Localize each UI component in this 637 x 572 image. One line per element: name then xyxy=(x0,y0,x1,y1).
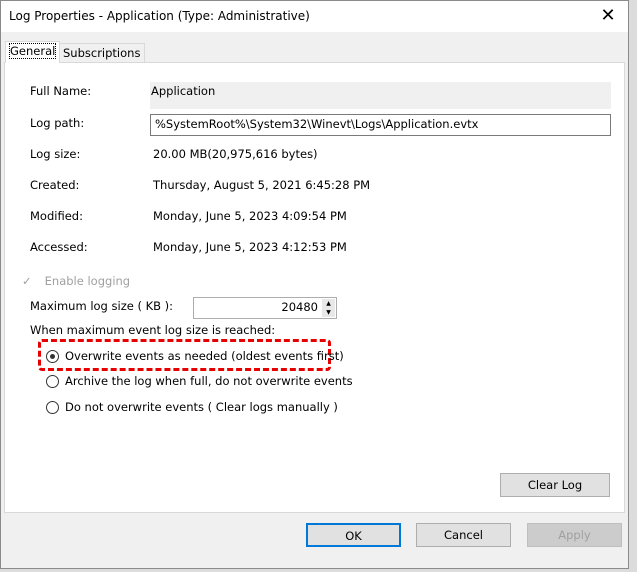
ok-button[interactable]: OK xyxy=(306,523,401,547)
accessed-value: Monday, June 5, 2023 4:12:53 PM xyxy=(153,240,347,254)
max-size-label: Maximum log size ( KB ): xyxy=(30,299,174,313)
window-title: Log Properties - Application (Type: Admi… xyxy=(9,9,310,23)
log-path-label: Log path: xyxy=(30,116,85,130)
log-size-value: 20.00 MB(20,975,616 bytes) xyxy=(153,147,318,161)
enable-logging-checkbox[interactable]: ✓ Enable logging xyxy=(22,274,130,288)
general-panel: Full Name: Application Log path: %System… xyxy=(4,62,625,513)
option-label: Overwrite events as needed (oldest event… xyxy=(65,349,344,363)
cancel-button[interactable]: Cancel xyxy=(416,523,511,547)
log-size-label: Log size: xyxy=(30,147,81,161)
modified-value: Monday, June 5, 2023 4:09:54 PM xyxy=(153,209,347,223)
radio-archive[interactable]: Archive the log when full, do not overwr… xyxy=(46,374,353,388)
enable-logging-label: Enable logging xyxy=(44,274,131,288)
radio-overwrite[interactable]: Overwrite events as needed (oldest event… xyxy=(46,349,344,363)
max-size-stepper[interactable]: 20480 ▲ ▼ xyxy=(193,297,337,319)
log-path-field[interactable]: %SystemRoot%\System32\Winevt\Logs\Applic… xyxy=(150,114,611,136)
checkmark-icon: ✓ xyxy=(22,274,32,288)
tab-general[interactable]: General xyxy=(5,41,61,63)
created-value: Thursday, August 5, 2021 6:45:28 PM xyxy=(153,178,371,192)
arrow-up-icon[interactable]: ▲ xyxy=(322,299,335,308)
option-label: Do not overwrite events ( Clear logs man… xyxy=(65,400,338,414)
close-icon[interactable]: ✕ xyxy=(596,5,620,26)
title-bar: Log Properties - Application (Type: Admi… xyxy=(1,1,628,32)
tab-label: Subscriptions xyxy=(63,46,141,60)
max-size-value: 20480 xyxy=(281,300,318,314)
apply-button[interactable]: Apply xyxy=(527,523,622,547)
radio-selected-icon xyxy=(46,350,59,363)
radio-icon xyxy=(46,401,59,414)
arrow-down-icon[interactable]: ▼ xyxy=(322,308,335,317)
full-name-value: Application xyxy=(150,82,611,109)
log-properties-dialog: Log Properties - Application (Type: Admi… xyxy=(0,0,629,569)
radio-icon xyxy=(46,375,59,388)
tab-subscriptions[interactable]: Subscriptions xyxy=(58,43,146,63)
accessed-label: Accessed: xyxy=(30,240,88,254)
full-name-label: Full Name: xyxy=(30,84,92,98)
created-label: Created: xyxy=(30,178,80,192)
modified-label: Modified: xyxy=(30,209,83,223)
tab-label: General xyxy=(8,43,57,59)
option-label: Archive the log when full, do not overwr… xyxy=(65,374,353,388)
radio-do-not-overwrite[interactable]: Do not overwrite events ( Clear logs man… xyxy=(46,400,338,414)
policy-label: When maximum event log size is reached: xyxy=(30,323,276,337)
clear-log-button[interactable]: Clear Log xyxy=(500,473,610,497)
